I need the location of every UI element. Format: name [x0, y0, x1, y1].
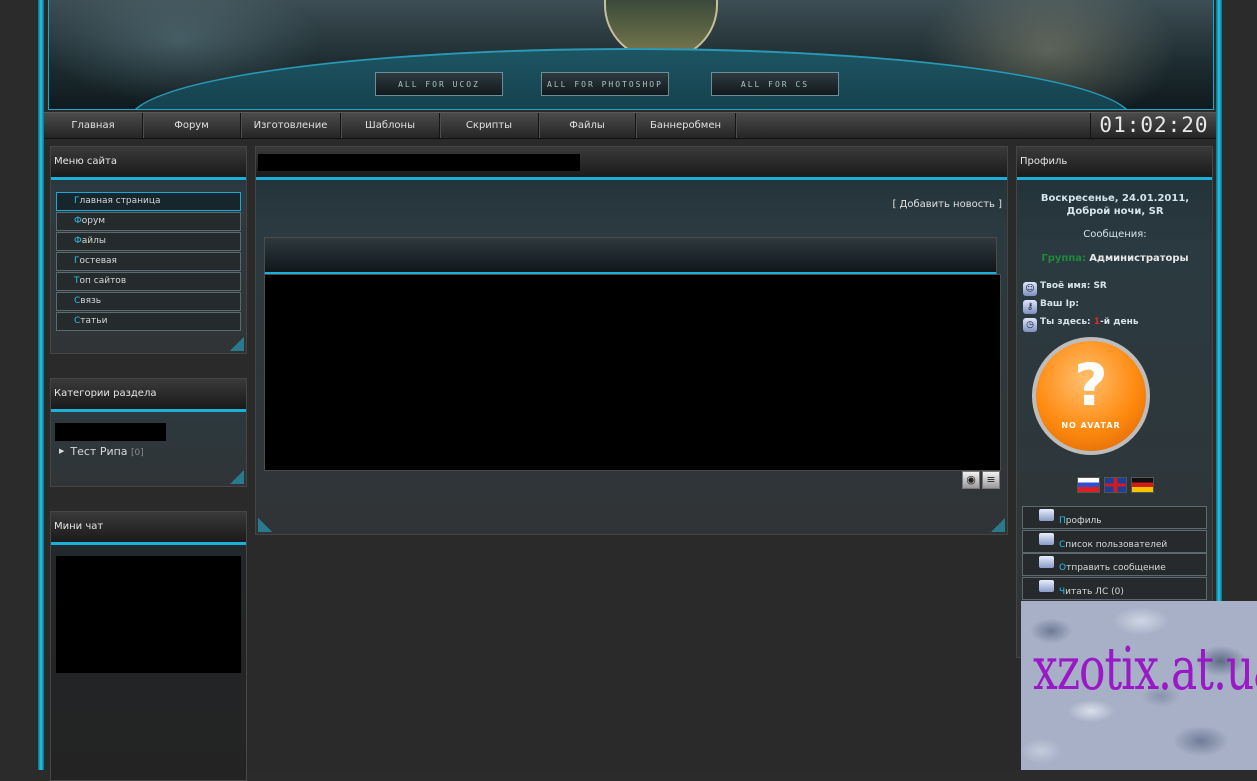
content-header [256, 147, 1007, 180]
watermark-overlay: xzotix.at.ua [1021, 601, 1257, 770]
content-title-placeholder [258, 154, 580, 171]
profile-days-row: ◷ Ты здесь: 1-й день [1023, 317, 1139, 332]
mini-chat-area[interactable] [56, 556, 241, 673]
clock: 01:02:20 [1090, 113, 1217, 138]
main-nav: Главная Форум Изготовление Шаблоны Скрип… [44, 112, 1216, 139]
add-news-link[interactable]: [ Добавить новость ] [892, 199, 1002, 210]
view-icon[interactable]: ◉ [962, 471, 980, 489]
clock-icon: ◷ [1023, 318, 1037, 332]
group-value: Администраторы [1089, 253, 1189, 264]
german-flag-icon[interactable] [1131, 477, 1154, 493]
question-mark-icon: ? [1074, 351, 1108, 419]
mini-chat-header: Мини чат [51, 512, 246, 545]
mini-chat-block: Мини чат [50, 511, 247, 781]
send-message-label: Отправить сообщение [1059, 563, 1166, 573]
profile-link-send-message[interactable]: Отправить сообщение [1022, 553, 1207, 576]
menu-item-home[interactable]: Главная страница [56, 192, 241, 211]
users-link-label: Список пользователей [1059, 540, 1168, 550]
profile-date-greeting: Воскресенье, 24.01.2011, Доброй ночи, SR [1017, 192, 1213, 218]
ip-label: Ваш Ip: [1040, 299, 1080, 309]
nav-item-templates[interactable]: Шаблоны [341, 113, 440, 138]
corner-ornament [230, 470, 244, 484]
name-label: Твоё имя: [1040, 281, 1091, 291]
category-banner-placeholder [55, 423, 166, 441]
header-button-photoshop[interactable]: ALL FOR PHOTOSHOP [541, 72, 669, 96]
avatar-label: NO AVATAR [1061, 421, 1121, 430]
categories-block: Категории раздела ▶ Тест Рипа [0] [50, 378, 247, 487]
category-name: Тест Рипа [70, 445, 128, 458]
news-entry-body [264, 274, 1001, 471]
profile-block: Профиль Воскресенье, 24.01.2011, Доброй … [1016, 146, 1213, 658]
read-pm-label: Читать ЛС (0) [1059, 587, 1124, 597]
profile-ip-row: ⚷ Ваш Ip: [1023, 299, 1079, 314]
nav-item-files[interactable]: Файлы [539, 113, 636, 138]
site-menu-block: Меню сайта Главная страница Форум Файлы … [50, 146, 247, 354]
menu-item-files[interactable]: Файлы [56, 232, 241, 251]
here-suffix: -й день [1100, 317, 1139, 327]
name-value: SR [1093, 281, 1107, 291]
corner-ornament [230, 337, 244, 351]
menu-item-contact[interactable]: Связь [56, 292, 241, 311]
header-button-cs[interactable]: ALL FOR CS [711, 72, 839, 96]
russian-flag-icon[interactable] [1077, 477, 1100, 493]
here-label: Ты здесь: [1040, 317, 1091, 327]
send-message-icon [1039, 556, 1054, 568]
category-item[interactable]: ▶ Тест Рипа [0] [59, 445, 144, 458]
site-menu-title: Меню сайта [54, 156, 117, 167]
user-icon: ☺ [1023, 282, 1037, 296]
arrow-right-icon: ▶ [59, 447, 65, 455]
envelope-icon [1039, 580, 1054, 592]
header-banner: ALL FOR UCOZ ALL FOR PHOTOSHOP ALL FOR C… [48, 0, 1214, 110]
group-label: Группа: [1041, 253, 1086, 264]
key-icon: ⚷ [1023, 300, 1037, 314]
site-menu-header: Меню сайта [51, 147, 246, 180]
profile-title: Профиль [1020, 156, 1068, 167]
category-count: [0] [131, 448, 144, 458]
corner-ornament [258, 518, 272, 532]
profile-link-profile[interactable]: Профиль [1022, 506, 1207, 529]
nav-item-home[interactable]: Главная [44, 113, 143, 138]
categories-title: Категории раздела [54, 388, 157, 399]
profile-group: Группа: Администраторы [1017, 253, 1213, 264]
english-flag-icon[interactable] [1104, 477, 1127, 493]
menu-item-articles[interactable]: Статьи [56, 312, 241, 331]
profile-icon [1039, 509, 1054, 521]
header-button-ucoz[interactable]: ALL FOR UCOZ [375, 72, 503, 96]
menu-item-forum[interactable]: Форум [56, 212, 241, 231]
profile-date: Воскресенье, 24.01.2011, [1040, 193, 1190, 204]
user-list-icon [1039, 533, 1054, 545]
watermark-text: xzotix.at.ua [1033, 635, 1257, 704]
content-block: [ Добавить новость ] ◉ ≡ [255, 146, 1008, 535]
nav-item-scripts[interactable]: Скрипты [440, 113, 539, 138]
nav-item-making[interactable]: Изготовление [241, 113, 341, 138]
menu-item-top-sites[interactable]: Топ сайтов [56, 272, 241, 291]
categories-header: Категории раздела [51, 379, 246, 412]
profile-link-label: Профиль [1059, 516, 1102, 526]
nav-item-forum[interactable]: Форум [143, 113, 241, 138]
profile-link-users[interactable]: Список пользователей [1022, 530, 1207, 553]
news-entry-header [264, 237, 997, 275]
mini-chat-title: Мини чат [54, 521, 104, 532]
avatar: ? NO AVATAR [1032, 337, 1150, 455]
menu-item-guestbook[interactable]: Гостевая [56, 252, 241, 271]
details-icon[interactable]: ≡ [982, 471, 1000, 489]
corner-ornament [991, 518, 1005, 532]
profile-header: Профиль [1017, 147, 1212, 180]
profile-name-row: ☺ Твоё имя: SR [1023, 281, 1107, 296]
nav-item-banner-exchange[interactable]: Баннеробмен [636, 113, 736, 138]
profile-greeting: Доброй ночи, SR [1066, 206, 1164, 217]
profile-messages: Сообщения: [1083, 229, 1147, 240]
profile-link-read-pm[interactable]: Читать ЛС (0) [1022, 577, 1207, 600]
